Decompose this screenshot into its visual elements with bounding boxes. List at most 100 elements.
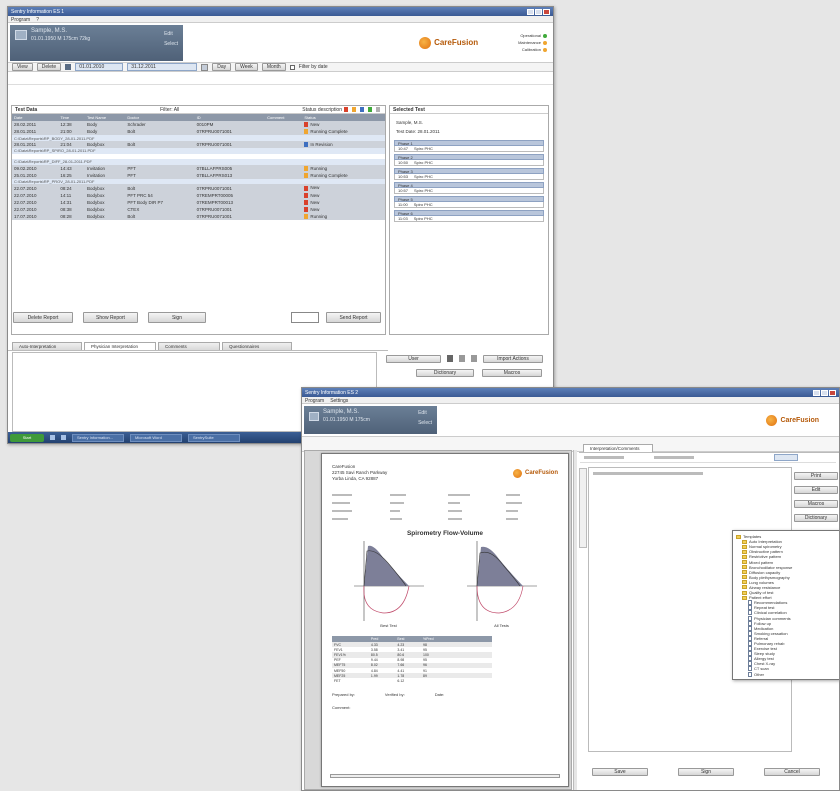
save-button[interactable]: Save <box>592 768 648 776</box>
column-header[interactable]: Test Name <box>84 114 126 121</box>
edit-patient-link-2[interactable]: Edit <box>418 410 432 416</box>
taskbar-item-2[interactable]: Microsoft Word <box>130 433 182 442</box>
menu-program-2[interactable]: Program <box>305 398 324 404</box>
pages-field[interactable] <box>291 312 319 323</box>
table-row[interactable]: 28.02.2011 12:38 Body Schrader 0010PM New <box>12 121 385 129</box>
chart-2-label: All Tests <box>494 623 509 628</box>
minimize-button[interactable] <box>527 8 534 15</box>
vertical-tab-strip[interactable] <box>579 468 587 548</box>
menu-bar: Program ? <box>8 16 553 23</box>
column-header[interactable]: Status <box>302 114 385 121</box>
paste-icon[interactable] <box>471 355 477 362</box>
phase-block[interactable]: Phase 2 10:50 Spiro PHC <box>394 154 544 166</box>
select-patient-link[interactable]: Select <box>164 41 178 47</box>
phase-item[interactable]: 10:47 Spiro PHC <box>394 146 544 152</box>
cell-doctor: Bolt <box>125 140 195 149</box>
sign-button-2[interactable]: Sign <box>678 768 734 776</box>
table-row[interactable]: 22.07.2010 08:38 Bodybox CTEX 07RPRU0071001 N… <box>12 206 385 214</box>
tab-comments[interactable]: Comments <box>158 342 220 350</box>
select-patient-link-2[interactable]: Select <box>418 420 432 426</box>
date-from-field[interactable]: 01.01.2010 <box>75 63 124 71</box>
report-comment-label: Comment: <box>332 704 351 710</box>
day-button[interactable]: Day <box>212 63 232 71</box>
maximize-button[interactable] <box>535 8 542 15</box>
tree-item[interactable]: Other <box>736 671 836 677</box>
import-actions-button[interactable]: Import Actions <box>483 355 543 363</box>
month-button[interactable]: Month <box>261 63 286 71</box>
quicklaunch-icon-2[interactable] <box>61 435 66 440</box>
tab-interpretation-comments[interactable]: Interpretation/Comments <box>583 444 653 452</box>
column-header[interactable]: Comment <box>265 114 303 121</box>
close-button[interactable] <box>543 8 550 15</box>
user-button[interactable]: User <box>386 355 441 363</box>
menu-program[interactable]: Program <box>11 17 30 23</box>
refresh-icon[interactable] <box>201 63 209 71</box>
column-header[interactable]: Date <box>12 114 59 121</box>
copy-icon[interactable] <box>459 355 465 362</box>
phase-item[interactable]: 11:00 Spiro PHC <box>394 202 544 208</box>
cell-id: 07BLLAFPRS005 <box>194 164 266 172</box>
print-button-2[interactable]: Print <box>794 472 838 480</box>
date-to-field[interactable]: 31.12.2011 <box>127 63 198 71</box>
start-button[interactable]: Start <box>10 433 44 442</box>
sign-button[interactable]: Sign <box>148 312 206 323</box>
macros-button[interactable]: Macros <box>482 369 542 377</box>
close-button-2[interactable] <box>829 389 836 396</box>
dictionary-button-2[interactable]: Dictionary <box>794 514 838 522</box>
table-row[interactable]: 22.07.2010 08:24 Bodybox Bolt 07RPRU0071001 N… <box>12 184 385 192</box>
taskbar-item-3[interactable]: SentrySuite <box>188 433 240 442</box>
patient-name: Sample, M.S. <box>31 28 68 34</box>
table-row[interactable]: 17.07.2010 08:28 Bodybox Bolt 07RPRU0071001 R… <box>12 213 385 221</box>
editor-select[interactable] <box>774 454 798 461</box>
menu-settings-2[interactable]: Settings <box>330 398 348 404</box>
verified-by-label: Verified by: <box>384 691 405 697</box>
table-row[interactable]: 22.07.2010 14:31 Bodybox PFT Body DIR P7 07R… <box>12 198 385 206</box>
delete-button[interactable]: Delete <box>36 63 62 71</box>
dictionary-button[interactable]: Dictionary <box>416 369 474 377</box>
phase-block[interactable]: Phase 5 11:00 Spiro PHC <box>394 196 544 208</box>
status-text: Running Complete <box>310 172 348 178</box>
table-row[interactable]: 09.02.2010 14:43 Invitation PFT 07BLLAFPRS00… <box>12 164 385 172</box>
minimize-button-2[interactable] <box>813 389 820 396</box>
phase-block[interactable]: Phase 4 10:57 Spiro PHC <box>394 182 544 194</box>
folder-icon <box>742 575 747 580</box>
report-scrollbar[interactable] <box>330 774 560 778</box>
tab-physician-interpretation[interactable]: Physician Interpretation <box>84 342 156 350</box>
maximize-button-2[interactable] <box>821 389 828 396</box>
phase-item[interactable]: 10:50 Spiro PHC <box>394 160 544 166</box>
tab-auto-interpretation[interactable]: Auto-Interpretation <box>12 342 82 350</box>
phase-block[interactable]: Phase 1 10:47 Spiro PHC <box>394 140 544 152</box>
column-header[interactable]: ID <box>194 114 266 121</box>
phase-item[interactable]: 10:57 Spiro PHC <box>394 188 544 194</box>
week-button[interactable]: Week <box>235 63 258 71</box>
phase-item[interactable]: 11:03 Spiro PHC <box>394 216 544 222</box>
menu-help[interactable]: ? <box>36 17 39 23</box>
taskbar-item-1[interactable]: Sentry Information... <box>72 433 124 442</box>
cancel-button[interactable]: Cancel <box>764 768 820 776</box>
table-row[interactable]: 28.01.2011 21:00 Body Bolt 07RPRU0071001 Runn… <box>12 128 385 136</box>
calendar-icon[interactable] <box>65 64 72 70</box>
phase-item[interactable]: 10:53 Spiro PHC <box>394 174 544 180</box>
view-button[interactable]: View <box>12 63 33 71</box>
patient-card[interactable]: Sample, M.S. 01.01.1950 M 175cm 72kg Edi… <box>10 25 183 61</box>
patient-card-2[interactable]: Sample, M.S. 01.01.1950 M 175cm Edit Sel… <box>304 406 437 434</box>
report-cell <box>369 678 396 683</box>
filter-checkbox[interactable] <box>289 64 295 70</box>
table-row[interactable]: 28.01.2011 21:04 Bodybox Bolt 07RPRU0071001 I… <box>12 140 385 149</box>
print-icon[interactable] <box>447 355 453 362</box>
show-report-button[interactable]: Show Report <box>83 312 138 323</box>
edit-button-2[interactable]: Edit <box>794 486 838 494</box>
tab-questionnaires[interactable]: Questionnaires <box>222 342 292 350</box>
column-header[interactable]: Time <box>58 114 85 121</box>
splitter[interactable] <box>573 450 577 790</box>
column-header[interactable]: Doctor <box>125 114 195 121</box>
quicklaunch-icon[interactable] <box>50 435 55 440</box>
table-row[interactable]: 25.01.2010 16:25 Invitation PFT 07BLLAFPRS01… <box>12 171 385 179</box>
phase-block[interactable]: Phase 3 10:53 Spiro PHC <box>394 168 544 180</box>
edit-patient-link[interactable]: Edit <box>164 31 178 37</box>
phase-block[interactable]: Phase 6 11:03 Spiro PHC <box>394 210 544 222</box>
table-row[interactable]: 22.07.2010 14:11 Bodybox PFT PRC 54 07REMPRT… <box>12 191 385 199</box>
macros-button-2[interactable]: Macros <box>794 500 838 508</box>
send-report-button[interactable]: Send Report <box>326 312 381 323</box>
delete-report-button[interactable]: Delete Report <box>13 312 73 323</box>
